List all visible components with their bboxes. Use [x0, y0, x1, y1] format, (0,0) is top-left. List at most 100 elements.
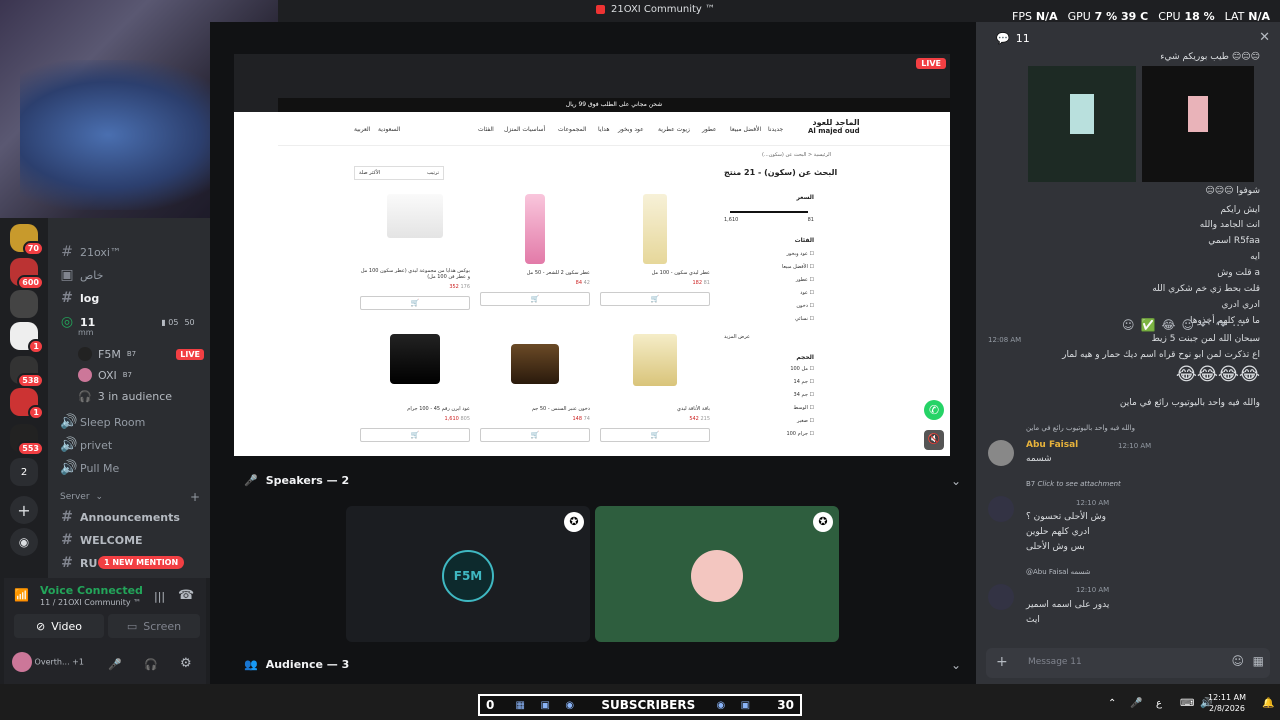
screen-button[interactable]: ▭ Screen	[108, 614, 200, 638]
username[interactable]: Abu Faisal	[1026, 440, 1078, 450]
server-icon[interactable]: 600	[10, 258, 44, 290]
apps-icon[interactable]: ▦	[1253, 654, 1264, 668]
tray-chevron-icon[interactable]: ⌃	[1108, 698, 1116, 709]
price-slider[interactable]	[730, 211, 808, 213]
message-actions-toolbar[interactable]: ☺✅😂☺↶↷⋯	[1122, 318, 1250, 332]
show-more-link[interactable]: عرض المزيد	[724, 334, 814, 340]
speaker-tile-f5m[interactable]: ✪ F5M	[346, 506, 590, 642]
nav-perfumes[interactable]: عطور	[702, 126, 717, 133]
nav-bestsellers[interactable]: الأفضل مبيعا	[730, 126, 761, 133]
category-checkboxes[interactable]: عود وبخور ☐ الأفضل مبيعا ☐ عطور ☐ عود ☐ …	[724, 248, 814, 326]
mic-icon[interactable]: 🎤	[108, 658, 122, 671]
channel-21oxi[interactable]: #21oxi™	[60, 244, 121, 260]
add-channel-icon[interactable]: +	[190, 490, 200, 504]
server-icon[interactable]: 1	[10, 388, 44, 420]
mic-tray-icon[interactable]: 🎤	[1130, 698, 1142, 709]
mute-icon[interactable]: 🔇	[924, 430, 944, 450]
add-to-cart-button[interactable]: 🛒	[360, 296, 470, 310]
reply-preview[interactable]: B7 Click to see attachment	[1026, 480, 1121, 488]
channel-welcome[interactable]: # WELCOME	[60, 532, 142, 548]
noise-suppression-icon[interactable]: |||	[154, 590, 165, 603]
avatar[interactable]	[988, 440, 1014, 466]
voice-status[interactable]: Voice Connected	[40, 584, 143, 597]
product-card[interactable]: دخون عنبر السنس - 50 جم 148 74 🛒	[480, 334, 590, 456]
headphones-icon[interactable]: 🎧	[144, 658, 158, 671]
product-card[interactable]: باقة الأناقة ليدي 542 215 🛒	[600, 334, 710, 456]
nav-oils[interactable]: زيوت عطرية	[658, 126, 690, 133]
screenshare-stream[interactable]: LIVE شحن مجاني على الطلب فوق 99 ريال الم…	[234, 54, 950, 456]
audience-count[interactable]: 🎧 3 in audience	[78, 390, 172, 403]
channel-pull-me[interactable]: 🔊 Pull Me	[60, 460, 119, 476]
add-to-cart-button[interactable]: 🛒	[600, 428, 710, 442]
channel-private[interactable]: ▣ خاص	[60, 267, 103, 283]
taskbar-icons[interactable]: ◉ ▣	[716, 700, 756, 711]
reply-preview[interactable]: @Abu Faisal شسمه	[1026, 568, 1091, 576]
shop-logo[interactable]: الماجد للعود Al majed oud	[808, 118, 860, 136]
audience-header[interactable]: 👥 Audience — 3	[244, 658, 349, 671]
disconnect-icon[interactable]: ☎	[178, 588, 194, 603]
avatar[interactable]	[988, 584, 1014, 610]
camera-off-icon: ⊘	[35, 619, 46, 633]
image-attachment[interactable]	[1142, 66, 1254, 182]
speaker-tile-oxi[interactable]: ✪	[595, 506, 839, 642]
chevron-down-icon[interactable]: ⌄	[951, 658, 961, 672]
add-to-cart-button[interactable]: 🛒	[360, 428, 470, 442]
server-icon[interactable]: 1	[10, 322, 44, 354]
nav-categories[interactable]: الفئات	[478, 126, 494, 133]
message-input[interactable]: + Message 11 ☺ ▦	[986, 648, 1270, 678]
taskbar-icons[interactable]: ▦ ▣ ◉	[516, 700, 581, 711]
nav-gifts[interactable]: هدايا	[598, 126, 609, 133]
language-select[interactable]: العربية	[354, 126, 370, 133]
emoji-icon[interactable]: ☺	[1231, 654, 1244, 668]
language-indicator[interactable]: ع	[1156, 698, 1162, 709]
chevron-down-icon[interactable]: ⌄	[951, 474, 961, 488]
product-image	[643, 194, 667, 264]
voice-user-f5m[interactable]: F5M B7 LIVE	[78, 347, 204, 361]
product-card[interactable]: عطر سكون 2 للشعر - 50 مل 84 42 🛒	[480, 194, 590, 334]
nav-collections[interactable]: المجموعات	[558, 126, 586, 133]
close-icon[interactable]: ✕	[1259, 30, 1270, 45]
server-icon[interactable]: 538	[10, 356, 44, 388]
sort-select[interactable]: الأكثر صلة ترتيب	[354, 166, 444, 180]
add-to-cart-button[interactable]: 🛒	[480, 292, 590, 306]
product-card[interactable]: عطر ليدي سكون - 100 مل 182 81 🛒	[600, 194, 710, 334]
server-icon[interactable]: 553	[10, 424, 44, 456]
network-icon[interactable]: ⌨	[1180, 698, 1194, 709]
size-checkboxes[interactable]: 100 مل ☐ 14 جم ☐ 34 جم ☐ الوسط ☐ صغير ☐ …	[724, 363, 814, 441]
product-card[interactable]: عود ايرن رقم 45 - 100 جرام 1,610 805 🛒	[360, 334, 470, 456]
server-folder[interactable]: 2	[10, 458, 38, 486]
nav-new[interactable]: جديدنا	[768, 126, 783, 133]
discover-icon[interactable]: ◉	[10, 528, 38, 556]
channel-announcements[interactable]: # Announcements	[60, 509, 180, 525]
filters: السعر 1,610 81 الفئات عود وبخور ☐ الأفضل …	[724, 194, 814, 441]
channel-rules[interactable]: # RU	[60, 555, 97, 571]
settings-gear-icon[interactable]: ⚙	[180, 656, 192, 671]
video-button[interactable]: ⊘ Video	[14, 614, 104, 638]
nav-home[interactable]: أساسيات المنزل	[504, 126, 545, 133]
channel-privet[interactable]: 🔊 privet	[60, 437, 112, 453]
notifications-icon[interactable]: 🔔	[1262, 698, 1274, 709]
image-attachment[interactable]	[1028, 66, 1136, 182]
voice-user-oxi[interactable]: OXI B7	[78, 368, 132, 382]
signal-icon[interactable]: 📶	[14, 588, 29, 602]
server-icon[interactable]: 70	[10, 224, 44, 256]
add-to-cart-button[interactable]: 🛒	[600, 292, 710, 306]
channel-log[interactable]: # log	[60, 290, 99, 306]
avatar[interactable]	[988, 496, 1014, 522]
clock[interactable]: 12:11 AM 2/8/2026	[1208, 692, 1246, 714]
speakers-header[interactable]: 🎤 Speakers — 2	[244, 474, 349, 487]
reply-preview[interactable]: والله فيه واحد باليوتيوب رائع في ماين	[1026, 424, 1135, 432]
add-to-cart-button[interactable]: 🛒	[480, 428, 590, 442]
new-mention-badge[interactable]: 1 NEW MENTION	[98, 556, 185, 569]
user-panel[interactable]: Overth... +1	[12, 652, 84, 672]
category-server[interactable]: Server ⌄ +	[60, 490, 200, 504]
add-server-icon[interactable]: +	[10, 496, 38, 524]
server-icon[interactable]	[10, 290, 38, 318]
whatsapp-icon[interactable]: ✆	[924, 400, 944, 420]
channel-sleep-room[interactable]: 🔊 Sleep Room	[60, 414, 145, 430]
add-attachment-icon[interactable]: +	[996, 654, 1008, 670]
country-select[interactable]: السعودية	[378, 126, 400, 133]
product-card[interactable]: بوكس هدايا من مجموعة ليدي (عطر سكون 100 …	[360, 194, 470, 334]
chat-message: انت الجامد والله	[1199, 220, 1260, 230]
nav-oud[interactable]: عود وبخور	[618, 126, 644, 133]
